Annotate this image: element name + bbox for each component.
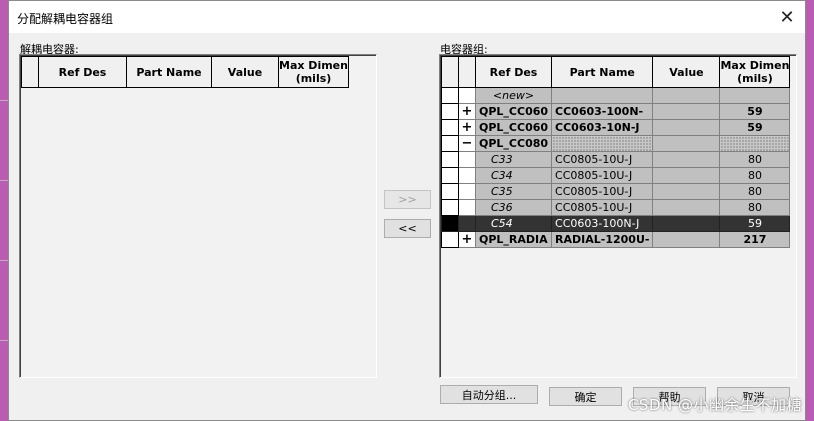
close-button[interactable]: ✕ (769, 1, 805, 33)
col-value[interactable]: Value (652, 56, 721, 88)
value-cell (652, 167, 721, 184)
row-selector[interactable] (441, 183, 459, 200)
max-dimen-cell: 59 (719, 103, 791, 120)
table-row[interactable]: C54 CC0603-100N-J 59 (441, 215, 791, 232)
table-row[interactable]: − QPL_CC080 (441, 135, 791, 152)
row-selector[interactable] (441, 87, 459, 104)
row-selector[interactable] (441, 215, 459, 232)
expander-cell (458, 87, 476, 104)
part-name-cell (551, 135, 654, 152)
value-cell (652, 119, 721, 136)
expander-cell (458, 199, 476, 216)
part-name-cell: CC0805-10U-J (551, 151, 654, 168)
col-ref-des[interactable]: Ref Des (474, 56, 553, 88)
max-dimen-cell: 59 (719, 215, 791, 232)
row-selector[interactable] (441, 151, 459, 168)
ref-des-cell: C36 (474, 199, 553, 216)
max-dimen-cell: 80 (719, 167, 791, 184)
col-value[interactable]: Value (211, 56, 279, 88)
row-selector[interactable] (441, 231, 459, 248)
part-name-cell: CC0805-10U-J (551, 167, 654, 184)
row-selector[interactable] (441, 103, 459, 120)
max-dimen-cell: 59 (719, 119, 791, 136)
cap-groups-grid[interactable]: Ref Des Part Name Value Max Dimen (mils)… (439, 54, 797, 378)
expand-icon[interactable]: + (458, 231, 476, 248)
row-selector[interactable] (441, 167, 459, 184)
col-part-name[interactable]: Part Name (551, 56, 654, 88)
watermark-text: CSDN @小幽余生不加糖 (627, 396, 802, 414)
col-part-name[interactable]: Part Name (126, 56, 212, 88)
value-cell (652, 135, 721, 152)
table-row[interactable]: <new> (441, 87, 791, 104)
table-row[interactable]: C33 CC0805-10U-J 80 (441, 151, 791, 168)
header-expander (458, 56, 476, 88)
ref-des-cell: QPL_RADIA (474, 231, 553, 248)
table-row[interactable]: + QPL_CC060 CC0603-100N- 59 (441, 103, 791, 120)
max-dimen-cell (719, 135, 791, 152)
decoupling-caps-grid[interactable]: Ref Des Part Name Value Max Dimen (mils) (19, 54, 377, 378)
row-selector[interactable] (441, 135, 459, 152)
part-name-cell: CC0805-10U-J (551, 183, 654, 200)
part-name-cell: CC0603-100N- (551, 103, 654, 120)
expand-icon[interactable]: + (458, 119, 476, 136)
ref-des-cell: QPL_CC080 (474, 135, 553, 152)
value-cell (652, 199, 721, 216)
col-max-dimen[interactable]: Max Dimen (mils) (278, 56, 349, 88)
expander-cell (458, 167, 476, 184)
decoupling-caps-table: Ref Des Part Name Value Max Dimen (mils) (21, 56, 349, 88)
close-icon: ✕ (779, 6, 795, 28)
value-cell (652, 87, 721, 104)
header-corner (21, 56, 39, 88)
header-row: Ref Des Part Name Value Max Dimen (mils) (441, 56, 791, 88)
part-name-cell: CC0603-10N-J (551, 119, 654, 136)
value-cell (652, 183, 721, 200)
max-dimen-cell (719, 87, 791, 104)
part-name-cell: RADIAL-1200U- (551, 231, 654, 248)
col-max-dimen[interactable]: Max Dimen (mils) (719, 56, 791, 88)
table-row[interactable]: C35 CC0805-10U-J 80 (441, 183, 791, 200)
ref-des-cell: C34 (474, 167, 553, 184)
ref-des-cell: <new> (474, 87, 553, 104)
max-dimen-cell: 80 (719, 151, 791, 168)
ref-des-cell: QPL_CC060 (474, 119, 553, 136)
table-row[interactable]: + QPL_CC060 CC0603-10N-J 59 (441, 119, 791, 136)
ok-button[interactable]: 确定 (549, 387, 622, 406)
auto-group-button[interactable]: 自动分组... (440, 385, 538, 404)
header-row: Ref Des Part Name Value Max Dimen (mils) (21, 56, 349, 88)
assign-decoupling-cap-dialog: 分配解耦电容器组 ✕ 解耦电容器: Ref Des Part Name Valu… (8, 0, 806, 421)
dialog-title: 分配解耦电容器组 (17, 12, 114, 26)
add-to-group-button[interactable]: >> (384, 190, 431, 209)
row-selector[interactable] (441, 119, 459, 136)
header-corner (441, 56, 459, 88)
value-cell (652, 103, 721, 120)
ref-des-cell: C33 (474, 151, 553, 168)
expander-cell (458, 183, 476, 200)
collapse-icon[interactable]: − (458, 135, 476, 152)
expand-icon[interactable]: + (458, 103, 476, 120)
max-dimen-cell: 80 (719, 199, 791, 216)
part-name-cell (551, 87, 654, 104)
table-row[interactable]: + QPL_RADIA RADIAL-1200U- 217 (441, 231, 791, 248)
expander-cell (458, 215, 476, 232)
ref-des-cell: C54 (474, 215, 553, 232)
part-name-cell: CC0805-10U-J (551, 199, 654, 216)
max-dimen-cell: 217 (719, 231, 791, 248)
max-dimen-cell: 80 (719, 183, 791, 200)
remove-from-group-button[interactable]: << (384, 219, 431, 238)
cap-groups-table: Ref Des Part Name Value Max Dimen (mils)… (441, 56, 791, 248)
title-bar: 分配解耦电容器组 ✕ (9, 1, 805, 33)
value-cell (652, 231, 721, 248)
value-cell (652, 151, 721, 168)
col-ref-des[interactable]: Ref Des (38, 56, 127, 88)
table-row[interactable]: C34 CC0805-10U-J 80 (441, 167, 791, 184)
row-selector[interactable] (441, 199, 459, 216)
ref-des-cell: QPL_CC060 (474, 103, 553, 120)
table-row[interactable]: C36 CC0805-10U-J 80 (441, 199, 791, 216)
expander-cell (458, 151, 476, 168)
part-name-cell: CC0603-100N-J (551, 215, 654, 232)
value-cell (652, 215, 721, 232)
ref-des-cell: C35 (474, 183, 553, 200)
